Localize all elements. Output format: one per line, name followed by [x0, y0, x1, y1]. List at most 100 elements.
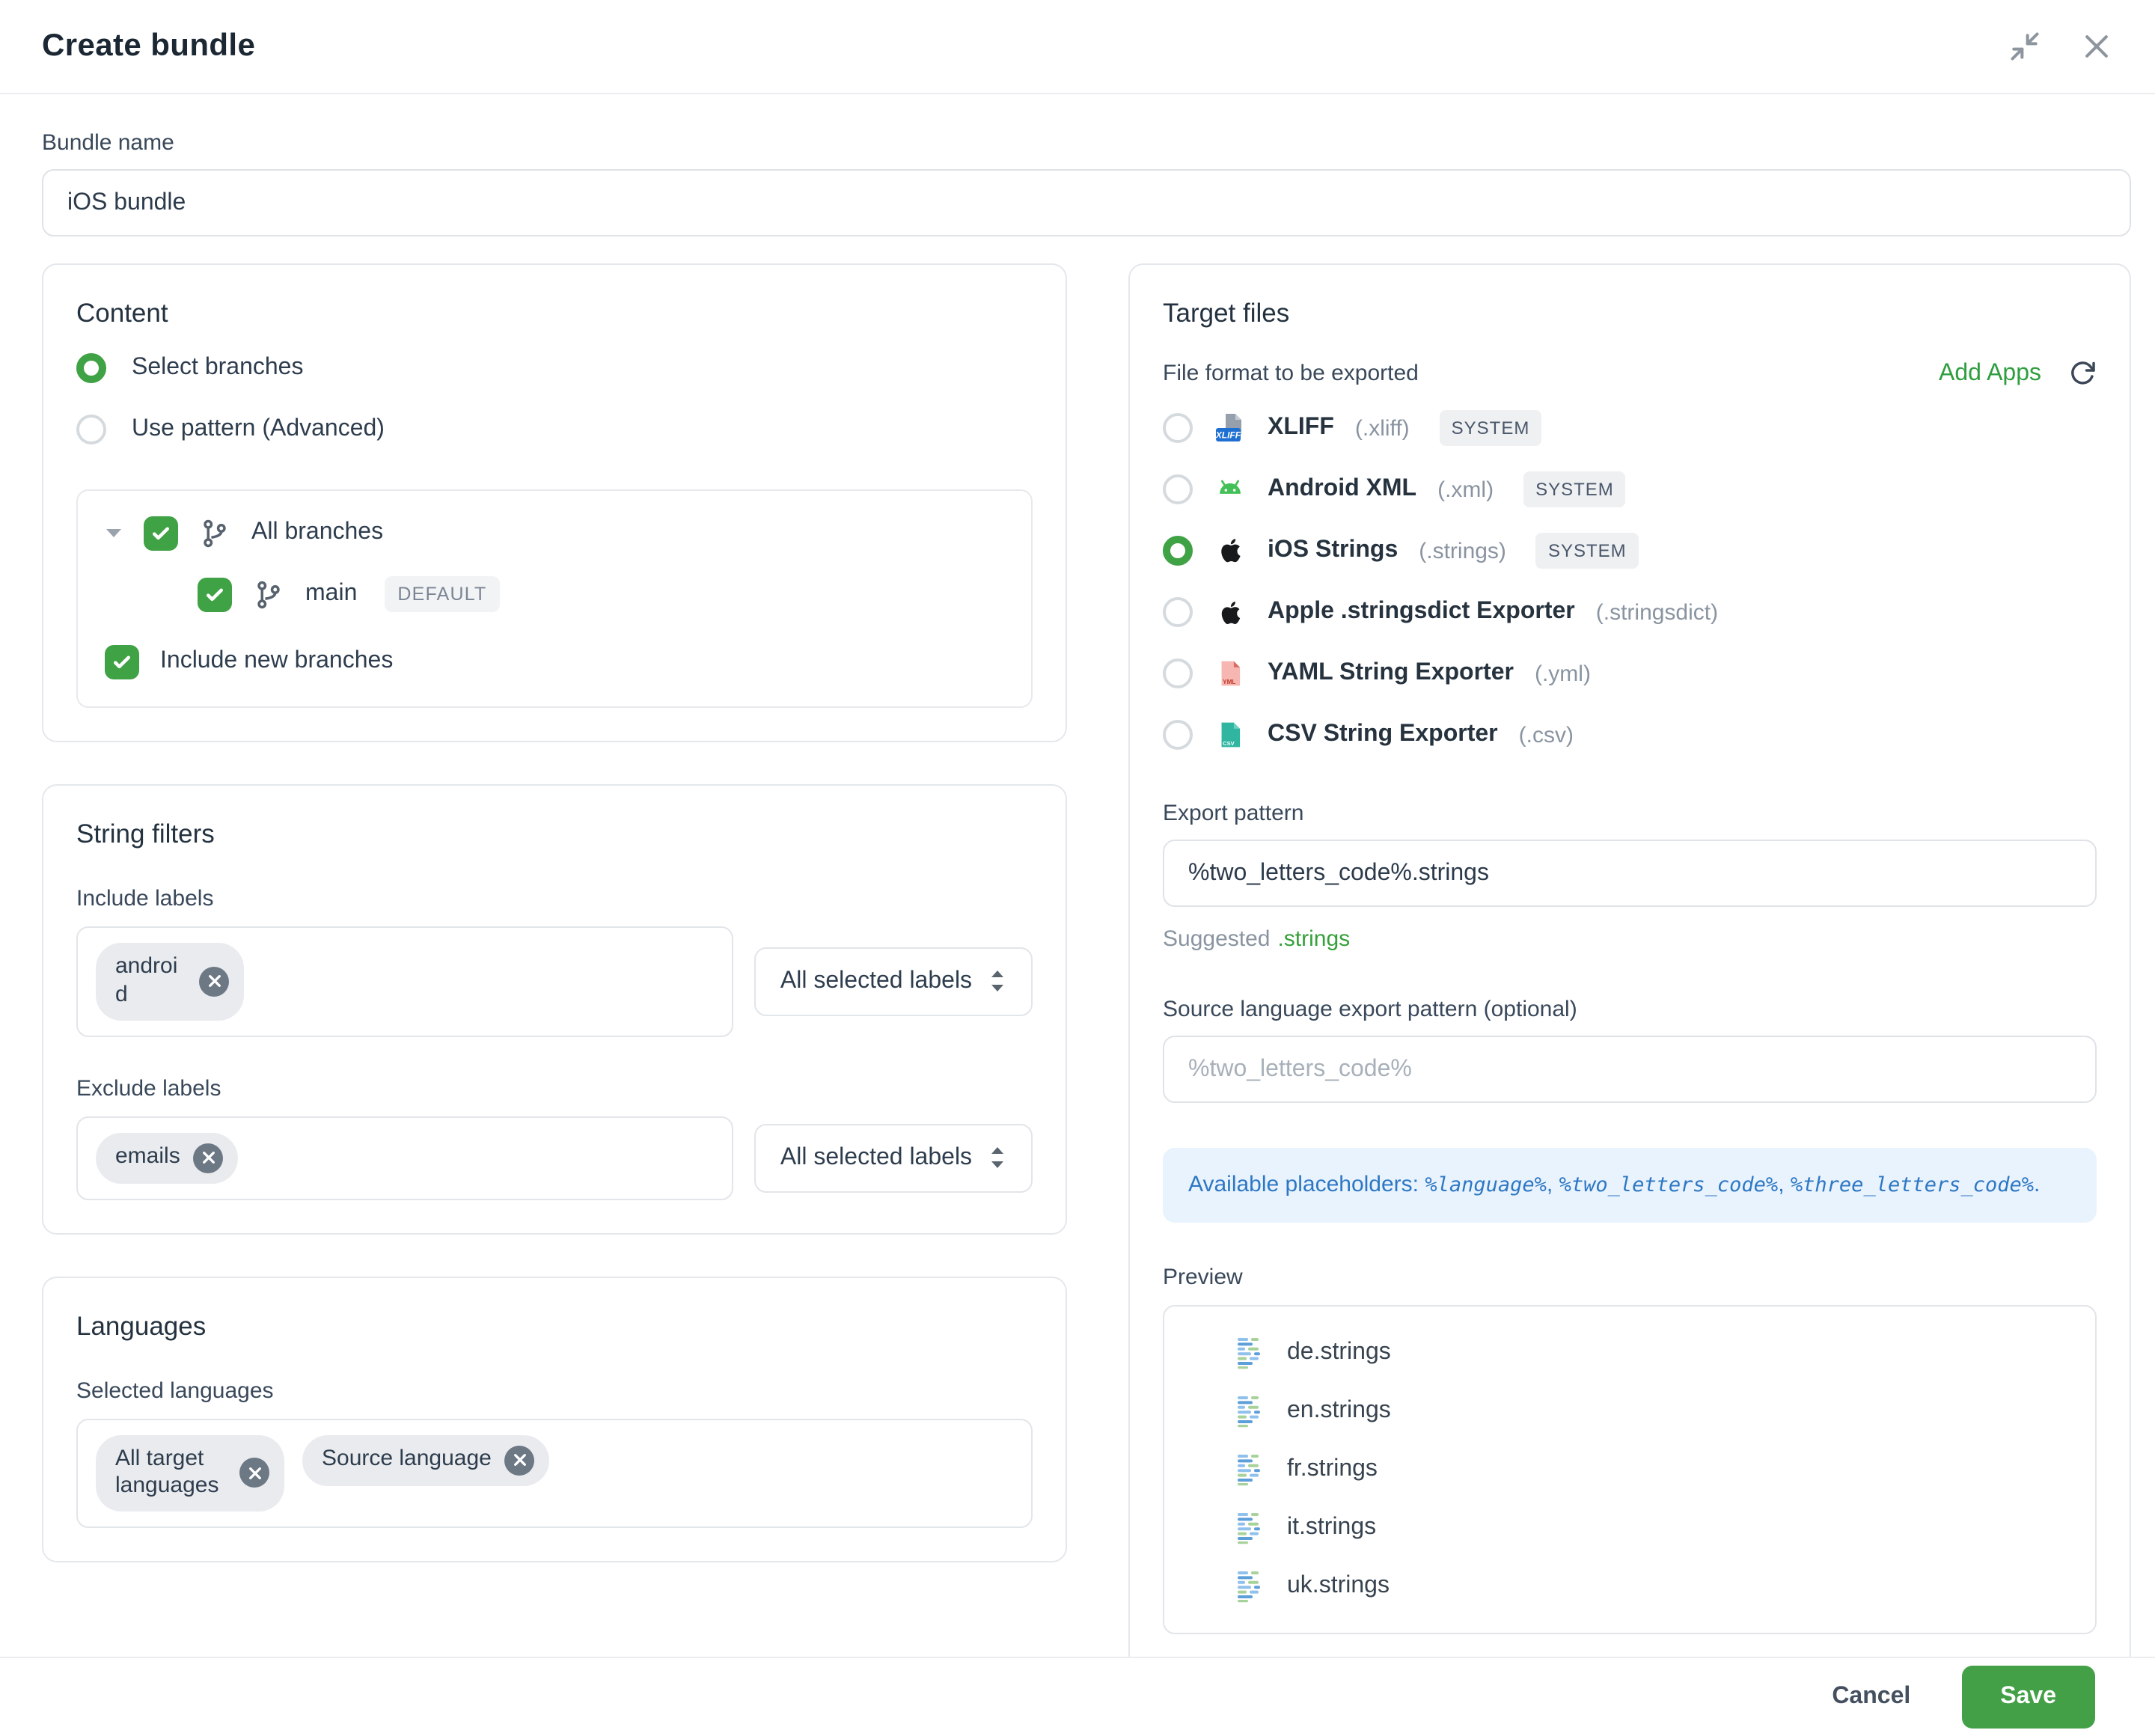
use-pattern-option[interactable]: Use pattern (Advanced)	[76, 415, 1033, 444]
svg-text:YML: YML	[1223, 679, 1235, 685]
format-option-yaml[interactable]: YML YAML String Exporter (.yml)	[1163, 652, 2097, 694]
format-name: XLIFF	[1268, 415, 1334, 441]
select-value: All selected labels	[780, 968, 972, 995]
format-ext: (.xliff)	[1355, 415, 1410, 441]
stringsdict-radio[interactable]	[1163, 597, 1193, 627]
create-bundle-dialog: Create bundle Bundle name	[0, 0, 2155, 1736]
git-branch-icon	[253, 578, 284, 610]
select-branches-option[interactable]: Select branches	[76, 353, 1033, 383]
languages-heading: Languages	[76, 1310, 1033, 1342]
target-files-card: Target files File format to be exported …	[1128, 263, 2131, 1657]
format-name: Apple .stringsdict Exporter	[1268, 599, 1575, 626]
format-option-stringsdict[interactable]: Apple .stringsdict Exporter (.stringsdic…	[1163, 591, 2097, 633]
format-name: iOS Strings	[1268, 537, 1398, 564]
ios-strings-radio[interactable]	[1163, 536, 1193, 566]
save-button[interactable]: Save	[1961, 1666, 2095, 1729]
selected-languages-label: Selected languages	[76, 1378, 1033, 1403]
yaml-radio[interactable]	[1163, 658, 1193, 688]
suggested-line: Suggested.strings	[1163, 926, 2097, 952]
collapse-icon[interactable]	[2008, 30, 2041, 63]
content-radios: Select branches Use pattern (Advanced)	[76, 353, 1033, 444]
source-pattern-input[interactable]	[1163, 1036, 2097, 1103]
system-badge: SYSTEM	[1523, 471, 1626, 507]
bundle-name-field: Bundle name	[42, 130, 2131, 236]
android-xml-radio[interactable]	[1163, 474, 1193, 504]
preview-file-name: fr.strings	[1287, 1457, 1378, 1484]
remove-tag-icon[interactable]	[505, 1445, 535, 1475]
all-branches-checkbox[interactable]	[144, 516, 178, 550]
add-apps-link[interactable]: Add Apps	[1939, 360, 2041, 387]
strings-file-icon	[1236, 1512, 1266, 1545]
all-branches-row: All branches	[105, 512, 1007, 554]
preview-file-name: it.strings	[1287, 1515, 1376, 1542]
csv-radio[interactable]	[1163, 720, 1193, 750]
format-option-csv[interactable]: CSV CSV String Exporter (.csv)	[1163, 714, 2097, 756]
strings-file-icon	[1236, 1454, 1266, 1487]
select-branches-radio[interactable]	[76, 353, 106, 383]
dialog-header: Create bundle	[0, 0, 2155, 94]
apple-icon	[1214, 596, 1247, 629]
export-pattern-label: Export pattern	[1163, 801, 2097, 826]
cancel-button[interactable]: Cancel	[1832, 1684, 1910, 1711]
format-option-xliff[interactable]: XLIFF XLIFF (.xliff) SYSTEM	[1163, 407, 2097, 449]
format-name: YAML String Exporter	[1268, 660, 1514, 687]
include-labels-mode-select[interactable]: All selected labels	[754, 947, 1033, 1016]
svg-text:XLIFF: XLIFF	[1215, 430, 1241, 441]
label-chip-emails: emails	[96, 1132, 239, 1183]
content-card: Content Select branches Use pattern (Adv…	[42, 263, 1067, 742]
use-pattern-label: Use pattern (Advanced)	[132, 416, 385, 443]
period: .	[2034, 1172, 2040, 1197]
use-pattern-radio[interactable]	[76, 415, 106, 444]
label-chip-android: android	[96, 943, 244, 1020]
languages-card: Languages Selected languages All target …	[42, 1276, 1067, 1562]
main-branch-checkbox[interactable]	[198, 577, 232, 611]
format-ext: (.strings)	[1419, 538, 1506, 563]
right-column: Target files File format to be exported …	[1128, 263, 2131, 1657]
remove-tag-icon[interactable]	[194, 1143, 224, 1173]
git-branch-icon	[199, 517, 230, 548]
remove-tag-icon[interactable]	[199, 967, 229, 997]
bundle-name-input[interactable]	[42, 169, 2131, 236]
format-option-android-xml[interactable]: Android XML (.xml) SYSTEM	[1163, 468, 2097, 510]
remove-tag-icon[interactable]	[239, 1458, 269, 1488]
select-branches-label: Select branches	[132, 355, 303, 382]
close-icon[interactable]	[2080, 30, 2113, 63]
separator: ,	[1547, 1172, 1559, 1197]
xliff-radio[interactable]	[1163, 413, 1193, 443]
preview-file-name: en.strings	[1287, 1399, 1391, 1425]
system-badge: SYSTEM	[1440, 410, 1542, 446]
language-chip-all-target: All target languages	[96, 1434, 284, 1512]
string-filters-card: String filters Include labels android	[42, 784, 1067, 1234]
preview-file-row: it.strings	[1236, 1511, 2071, 1547]
main-branch-row: main DEFAULT	[105, 573, 1007, 615]
include-labels-input[interactable]: android	[76, 926, 733, 1036]
refresh-icon[interactable]	[2068, 359, 2097, 388]
exclude-labels-mode-select[interactable]: All selected labels	[754, 1123, 1033, 1192]
file-format-label: File format to be exported	[1163, 361, 1419, 386]
svg-text:CSV: CSV	[1223, 740, 1234, 747]
dialog-footer: Cancel Save	[0, 1657, 2155, 1736]
separator: ,	[1778, 1172, 1791, 1197]
branch-tree: All branches	[76, 489, 1033, 708]
export-pattern-input[interactable]	[1163, 840, 2097, 907]
chip-text: emails	[115, 1143, 180, 1172]
csv-file-icon: CSV	[1214, 718, 1247, 751]
format-ext: (.csv)	[1519, 722, 1574, 748]
selected-languages-input[interactable]: All target languages Source language	[76, 1418, 1033, 1528]
preview-heading: Preview	[1163, 1265, 2097, 1291]
chevron-down-icon[interactable]	[105, 527, 123, 539]
dialog-body: Bundle name Content Select branches	[0, 94, 2155, 1657]
format-option-ios-strings[interactable]: iOS Strings (.strings) SYSTEM	[1163, 530, 2097, 572]
content-heading: Content	[76, 298, 1033, 329]
include-labels-label: Include labels	[76, 886, 1033, 911]
strings-file-icon	[1236, 1571, 1266, 1604]
format-ext: (.yml)	[1535, 661, 1591, 686]
header-actions	[2008, 30, 2113, 63]
suggested-strings-link[interactable]: .strings	[1277, 926, 1350, 952]
placeholders-prefix: Available placeholders:	[1188, 1172, 1425, 1197]
format-name: Android XML	[1268, 476, 1416, 503]
placeholder-language: %language%	[1425, 1173, 1547, 1197]
include-new-branches-row: Include new branches	[105, 641, 1007, 682]
exclude-labels-input[interactable]: emails	[76, 1116, 733, 1199]
include-new-branches-checkbox[interactable]	[105, 644, 139, 679]
